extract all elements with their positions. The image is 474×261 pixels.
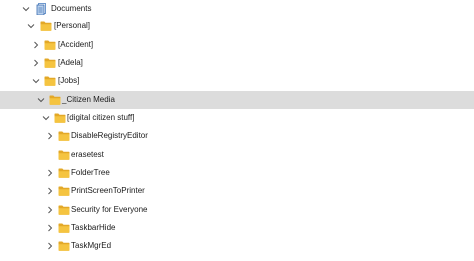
tree-item-label: FolderTree (71, 168, 110, 177)
folder-icon (58, 204, 70, 216)
tree-item-accident[interactable]: [Accident] (0, 36, 474, 54)
tree-item-label: [digital citizen stuff] (67, 113, 135, 122)
folder-icon (49, 94, 61, 106)
chevron-right-icon[interactable] (44, 204, 56, 216)
folder-tree: Documents [Personal] [Accident] [Adela] … (0, 0, 474, 261)
tree-item-label: [Accident] (58, 40, 94, 49)
chevron-down-icon[interactable] (30, 75, 42, 87)
tree-item-label: DisableRegistryEditor (71, 131, 148, 140)
tree-item-label: PrintScreenToPrinter (71, 186, 145, 195)
tree-item-erasetest[interactable]: erasetest (0, 146, 474, 164)
chevron-down-icon[interactable] (25, 20, 37, 32)
tree-item-security-for-everyone[interactable]: Security for Everyone (0, 201, 474, 219)
chevron-right-icon[interactable] (30, 57, 42, 69)
tree-item-jobs[interactable]: [Jobs] (0, 72, 474, 90)
chevron-right-icon[interactable] (44, 185, 56, 197)
folder-icon (44, 57, 56, 69)
chevron-right-icon[interactable] (30, 39, 42, 51)
folder-icon (58, 130, 70, 142)
tree-item-label: [Adela] (58, 58, 83, 67)
tree-item-foldertree[interactable]: FolderTree (0, 164, 474, 182)
tree-item-label: TaskMgrEd (71, 241, 112, 250)
tree-item-taskmgred[interactable]: TaskMgrEd (0, 237, 474, 255)
tree-item-disableregistryeditor[interactable]: DisableRegistryEditor (0, 127, 474, 145)
tree-item-label: [Personal] (54, 21, 91, 30)
folder-icon (44, 39, 56, 51)
chevron-right-icon[interactable] (44, 167, 56, 179)
tree-item-label: Security for Everyone (71, 205, 148, 214)
tree-item-taskbarhide[interactable]: TaskbarHide (0, 219, 474, 237)
chevron-right-icon[interactable] (44, 222, 56, 234)
chevron-right-icon[interactable] (44, 130, 56, 142)
folder-icon (58, 222, 70, 234)
chevron-right-icon[interactable] (44, 240, 56, 252)
folder-icon (58, 185, 70, 197)
folder-icon (40, 20, 52, 32)
folder-icon (58, 149, 70, 161)
tree-item-documents[interactable]: Documents (0, 0, 474, 18)
chevron-down-icon[interactable] (40, 112, 52, 124)
folder-icon (44, 75, 56, 87)
tree-item-label: [Jobs] (58, 76, 80, 85)
folder-icon (58, 167, 70, 179)
tree-item-personal[interactable]: [Personal] (0, 17, 474, 35)
chevron-down-icon[interactable] (35, 94, 47, 106)
tree-item-adela[interactable]: [Adela] (0, 54, 474, 72)
tree-item-label: TaskbarHide (71, 223, 116, 232)
tree-item-printscreentoprinter[interactable]: PrintScreenToPrinter (0, 182, 474, 200)
folder-icon (54, 112, 66, 124)
tree-item-digital-citizen-stuff[interactable]: [digital citizen stuff] (0, 109, 474, 127)
tree-item-label: Documents (51, 4, 92, 13)
tree-item-label: erasetest (71, 150, 104, 159)
documents-library-icon (36, 3, 48, 15)
tree-item-citizen-media[interactable]: _Citizen Media (0, 91, 474, 109)
chevron-down-icon[interactable] (20, 3, 32, 15)
tree-item-label: _Citizen Media (62, 95, 115, 104)
folder-icon (58, 240, 70, 252)
